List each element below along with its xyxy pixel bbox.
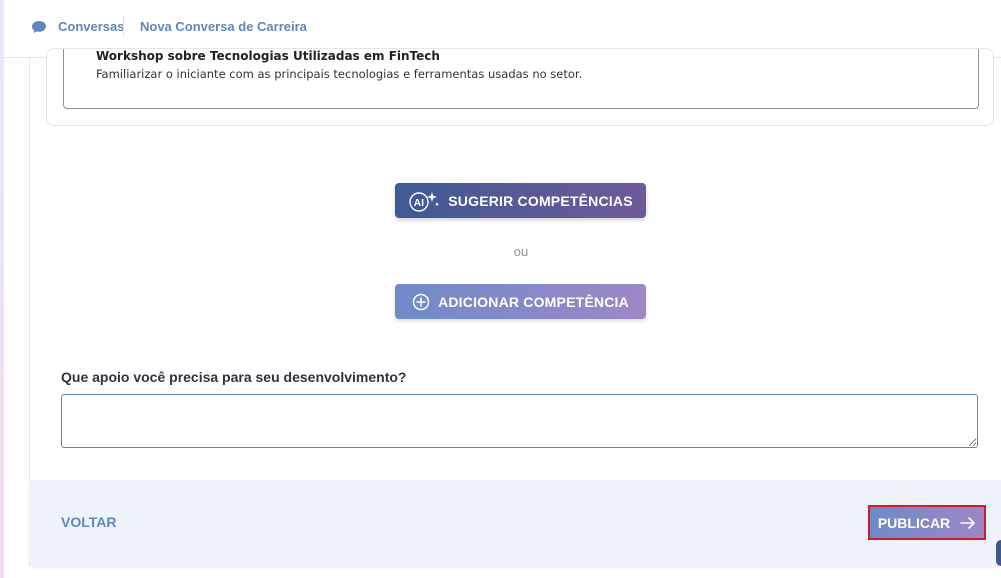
chat-bubble-icon xyxy=(32,21,46,33)
breadcrumb-conversas[interactable]: Conversas xyxy=(58,19,124,34)
footer-actions: VOLTAR PUBLICAR xyxy=(29,480,1001,566)
suggest-competencies-button[interactable]: AI SUGERIR COMPETÊNCIAS xyxy=(395,183,646,218)
arrow-right-icon xyxy=(960,516,975,529)
publish-button[interactable]: PUBLICAR xyxy=(868,505,986,540)
suggest-competencies-label: SUGERIR COMPETÊNCIAS xyxy=(448,192,633,209)
plus-circle-icon xyxy=(412,293,430,310)
add-competency-label: ADICIONAR COMPETÊNCIA xyxy=(438,293,629,310)
left-edge-strip xyxy=(0,0,4,578)
plan-item-title: Workshop sobre Tecnologias Utilizadas em… xyxy=(96,49,440,63)
help-widget-edge[interactable] xyxy=(996,540,1001,566)
svg-text:AI: AI xyxy=(414,198,424,209)
or-separator-text: ou xyxy=(513,244,529,259)
support-question-label: Que apoio você precisa para seu desenvol… xyxy=(61,369,407,385)
publish-label: PUBLICAR xyxy=(877,514,951,531)
breadcrumb-current: Nova Conversa de Carreira xyxy=(140,19,307,34)
breadcrumb-separator xyxy=(123,16,124,36)
back-button[interactable]: VOLTAR xyxy=(61,514,116,530)
plan-item-box: Workshop sobre Tecnologias Utilizadas em… xyxy=(63,49,979,109)
plan-item-description: Familiarizar o iniciante com as principa… xyxy=(96,67,583,81)
development-plan-card: Workshop sobre Tecnologias Utilizadas em… xyxy=(46,48,994,126)
add-competency-button[interactable]: ADICIONAR COMPETÊNCIA xyxy=(395,284,646,319)
ai-sparkle-icon: AI xyxy=(409,191,440,212)
support-textarea[interactable] xyxy=(61,394,978,448)
